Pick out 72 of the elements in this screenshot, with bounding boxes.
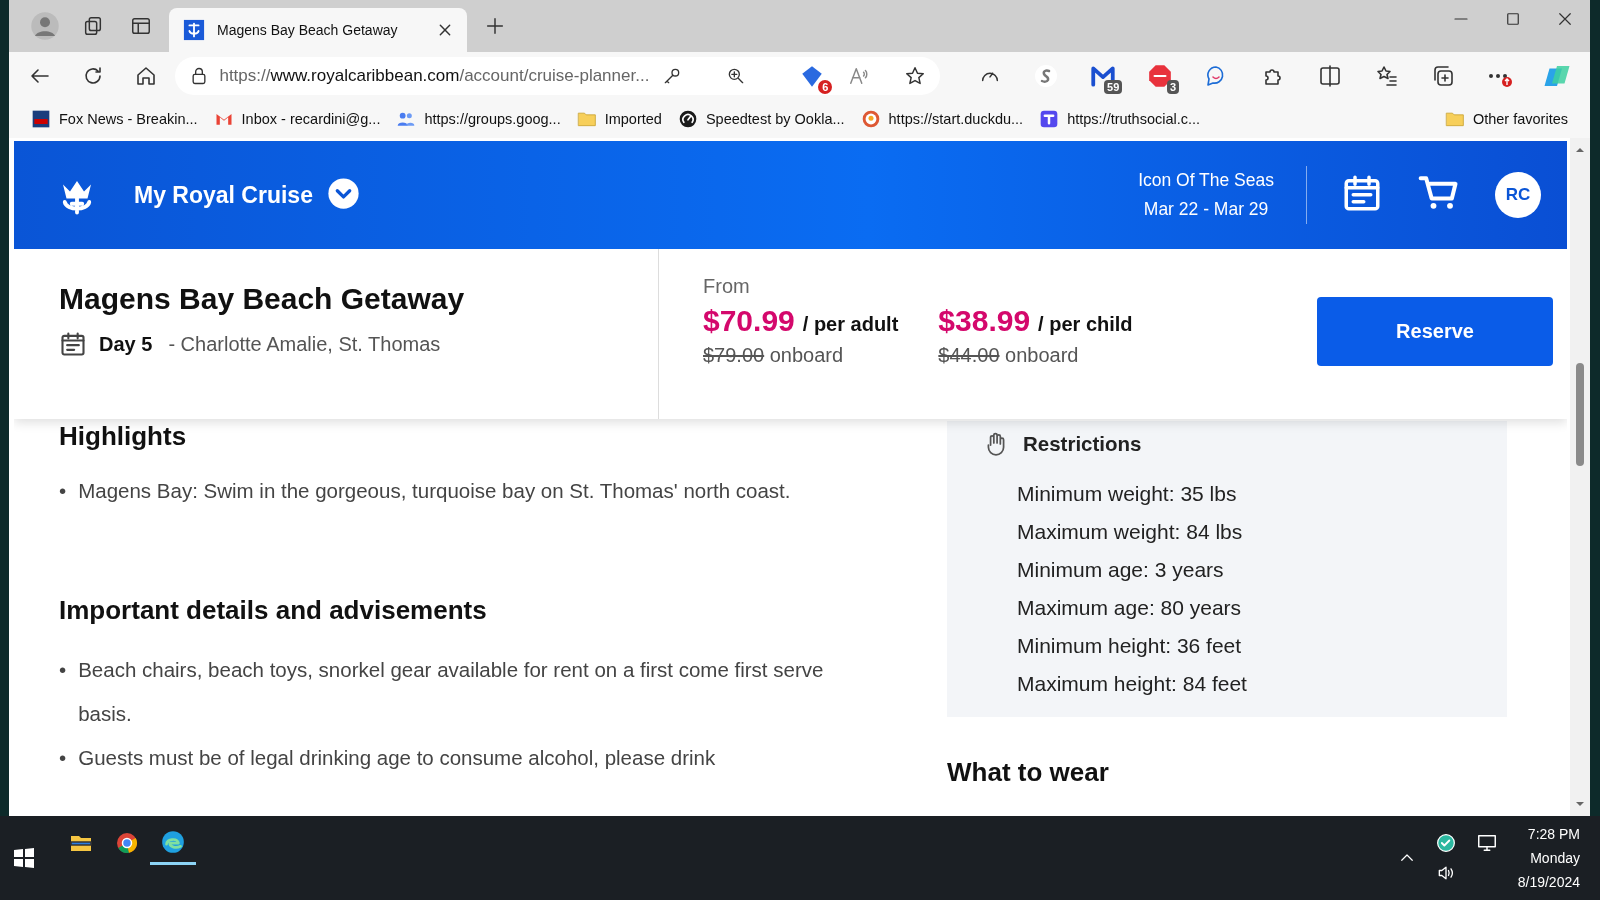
address-bar[interactable]: https://www.royalcaribbean.com/account/cruise-planner... 6 xyxy=(175,57,941,95)
bookmark[interactable]: Speedtest by Ookla... xyxy=(669,109,853,129)
price-note: onboard xyxy=(1005,344,1079,366)
bullet: • xyxy=(59,657,67,683)
restriction-item: Maximum age: 80 years xyxy=(1017,595,1243,621)
cruise-dates: Mar 22 - Mar 29 xyxy=(1142,198,1270,221)
bullet-text: Magens Bay: Swim in the gorgeous, turquoise bay on St. Thomas' north coast. xyxy=(78,478,791,504)
restriction-item: Maximum weight: 84 lbs xyxy=(1017,519,1244,545)
price-unit: / per adult xyxy=(802,313,899,335)
other-favorites-folder[interactable]: Other favorites xyxy=(1436,109,1576,129)
day-label: Day 5 xyxy=(99,332,153,356)
gauge-icon[interactable] xyxy=(677,109,698,129)
price-note: onboard xyxy=(769,344,844,366)
s-logo-icon[interactable] xyxy=(1034,64,1059,88)
bullet: • xyxy=(59,478,67,504)
restriction-item: Maximum height: 84 feet xyxy=(1017,671,1248,697)
reserve-button[interactable]: Reserve xyxy=(1317,297,1553,366)
bookmark[interactable]: https://start.duckdu... xyxy=(852,109,1032,129)
new-tab-icon[interactable] xyxy=(484,15,506,37)
bullet-text: Guests must be of legal drinking age to consume alcohol, please drink xyxy=(78,745,716,771)
count-badge: 6 xyxy=(818,80,833,94)
browser-tab[interactable]: Magens Bay Beach Getaway xyxy=(169,8,467,52)
site-title[interactable]: My Royal Cruise xyxy=(134,181,313,209)
clock-time[interactable]: 7:28 PM xyxy=(1517,822,1580,846)
clock-day[interactable]: Monday xyxy=(1517,846,1580,870)
section-heading: Important details and advisements xyxy=(59,595,488,626)
bullet-text: Beach chairs, beach toys, snorkel gear available for rent on a first come first serve basis. xyxy=(78,657,825,727)
dropdown-chevron-icon[interactable] xyxy=(326,176,360,210)
maximize-icon[interactable] xyxy=(1504,10,1522,28)
favorite-star-icon[interactable] xyxy=(904,65,927,87)
from-label: From xyxy=(703,275,751,298)
panel-heading: Restrictions xyxy=(1023,432,1142,456)
vertical-tabs-icon[interactable] xyxy=(130,15,152,37)
bookmark[interactable]: https://groups.goog... xyxy=(388,109,569,129)
url-text: https://www.royalcaribbean.com/account/cruise-planner... xyxy=(219,66,651,86)
profile-icon[interactable] xyxy=(30,11,60,41)
edge-icon[interactable] xyxy=(160,828,186,855)
checkmark-badge-icon[interactable] xyxy=(1435,833,1456,853)
bullet: • xyxy=(59,745,67,771)
chrome-icon[interactable] xyxy=(115,831,139,855)
bookmark[interactable]: Imported xyxy=(568,109,670,129)
calendar-icon[interactable] xyxy=(59,330,87,358)
restriction-item: Minimum age: 3 years xyxy=(1017,557,1225,583)
favorites-icon[interactable] xyxy=(1374,64,1399,88)
t-square-icon[interactable] xyxy=(1039,109,1060,129)
count-badge: 59 xyxy=(1104,80,1123,94)
close-icon[interactable] xyxy=(1556,10,1574,28)
clock-date[interactable]: 8/19/2024 xyxy=(1517,870,1580,894)
restriction-item: Minimum height: 36 feet xyxy=(1017,633,1243,659)
sale-price: $70.99 xyxy=(703,304,795,337)
ship-name: Icon Of The Seas xyxy=(1138,169,1274,192)
count-badge: 3 xyxy=(1166,80,1179,94)
original-price: $79.00 xyxy=(703,344,765,366)
split-screen-icon[interactable] xyxy=(1317,64,1342,88)
bookmark[interactable]: https://truthsocial.c... xyxy=(1031,109,1209,129)
location-text: - Charlotte Amalie, St. Thomas xyxy=(168,332,441,356)
restriction-item: Minimum weight: 35 lbs xyxy=(1017,481,1238,507)
close-tab-icon[interactable] xyxy=(437,22,453,38)
scroll-thumb[interactable] xyxy=(1576,363,1584,466)
original-price: $44.00 xyxy=(938,344,1000,366)
section-heading: Highlights xyxy=(59,421,188,451)
sale-price: $38.99 xyxy=(938,304,1031,337)
bookmark[interactable]: Inbox - recardini@g... xyxy=(205,109,389,129)
bookmark[interactable]: Fox News - Breakin... xyxy=(23,109,206,129)
anchor-logo-icon[interactable] xyxy=(183,19,205,41)
activity-title: Magens Bay Beach Getaway xyxy=(59,282,466,316)
user-avatar[interactable]: RC xyxy=(1495,172,1541,218)
collections-icon[interactable] xyxy=(1431,64,1456,88)
section-heading: What to wear xyxy=(947,757,1110,788)
price-unit: / per child xyxy=(1038,313,1133,335)
workspaces-icon[interactable] xyxy=(82,15,104,37)
windows-start-icon[interactable] xyxy=(12,846,36,870)
